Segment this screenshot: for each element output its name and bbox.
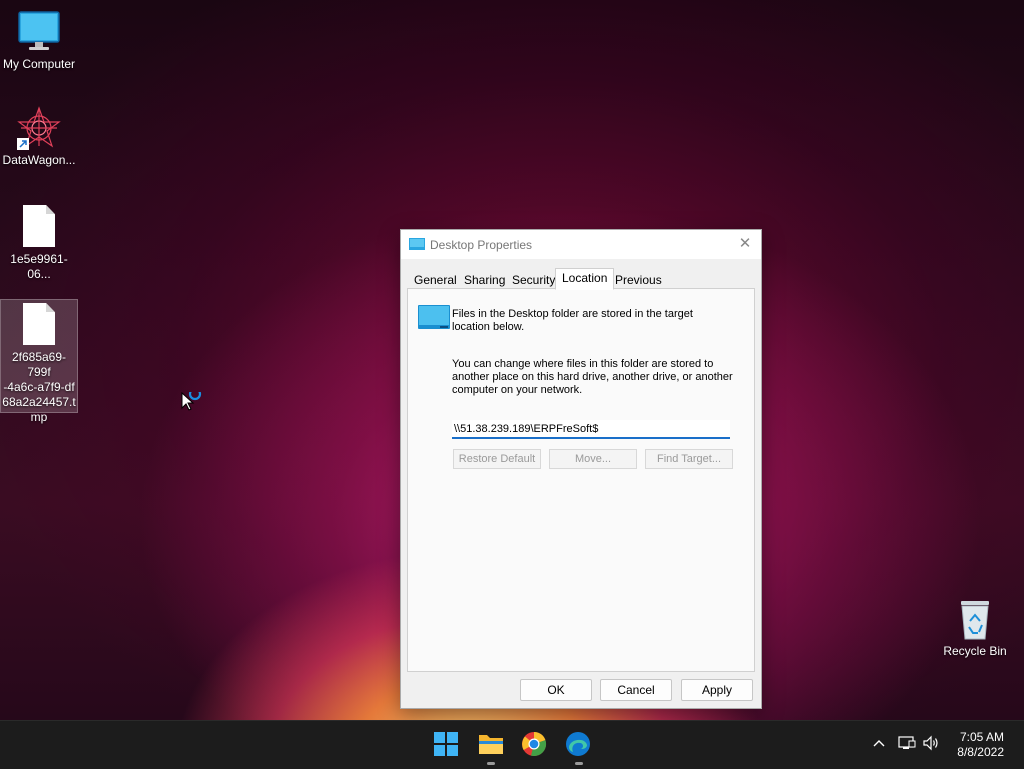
folder-icon <box>409 238 425 250</box>
monitor-icon <box>17 10 61 54</box>
datawagon-logo-icon <box>17 106 61 150</box>
dialog-titlebar[interactable]: Desktop Properties ✕ <box>401 230 761 259</box>
running-indicator <box>487 762 495 765</box>
desktop-icon-label: 1e5e9961-06... <box>10 252 68 281</box>
find-target-button[interactable]: Find Target... <box>645 449 733 469</box>
location-path-input[interactable] <box>452 420 730 439</box>
tab-previous-versions[interactable]: Previous Versions <box>608 270 669 305</box>
clock-time: 7:05 AM <box>959 730 1004 744</box>
desktop-icon-label: Recycle Bin <box>943 644 1007 658</box>
file-icon <box>17 205 61 249</box>
tab-location[interactable]: Location <box>555 268 615 290</box>
clock-date: 8/8/2022 <box>957 745 1004 759</box>
taskbar: 7:05 AM 8/8/2022 <box>0 720 1024 769</box>
tab-general[interactable]: General <box>407 270 464 290</box>
location-tab-panel: Files in the Desktop folder are stored i… <box>407 288 755 672</box>
desktop-icon-label: 2f685a69-799f -4a6c-a7f9-df 68a2a24457.t… <box>2 350 76 424</box>
file-explorer-icon[interactable] <box>477 731 505 765</box>
desktop-icon-my-computer[interactable]: My Computer <box>1 10 77 72</box>
running-indicator <box>575 762 583 765</box>
show-hidden-icons-chevron-icon[interactable] <box>872 736 886 752</box>
cancel-button[interactable]: Cancel <box>600 679 672 701</box>
desktop[interactable]: My Computer DataWagon... 1e5e9961-06... <box>0 0 1024 720</box>
ok-button[interactable]: OK <box>520 679 592 701</box>
dialog-title: Desktop Properties <box>430 238 533 252</box>
desktop-icon-label: DataWagon... <box>2 153 76 167</box>
location-description: Files in the Desktop folder are stored i… <box>452 308 693 333</box>
network-icon[interactable] <box>898 735 916 754</box>
volume-icon[interactable] <box>922 735 940 754</box>
recycle-bin-icon <box>953 597 997 641</box>
close-icon[interactable]: ✕ <box>735 234 755 254</box>
start-icon[interactable] <box>433 731 461 759</box>
desktop-folder-icon <box>418 305 450 329</box>
system-clock[interactable]: 7:05 AM 8/8/2022 <box>957 730 1004 760</box>
restore-default-button[interactable]: Restore Default <box>453 449 541 469</box>
tab-security[interactable]: Security <box>505 270 562 290</box>
desktop-icon-label: My Computer <box>2 57 76 71</box>
desktop-properties-dialog[interactable]: Desktop Properties ✕ General Sharing Sec… <box>400 229 762 709</box>
apply-button[interactable]: Apply <box>681 679 753 701</box>
move-button[interactable]: Move... <box>549 449 637 469</box>
desktop-icon-file-1e5e9961[interactable]: 1e5e9961-06... <box>1 205 77 282</box>
mouse-cursor-busy-icon <box>181 387 205 417</box>
file-icon <box>17 303 61 347</box>
chrome-icon[interactable] <box>521 731 549 759</box>
edge-icon[interactable] <box>565 731 593 765</box>
desktop-icon-recycle-bin[interactable]: Recycle Bin <box>937 597 1013 659</box>
location-change-hint: You can change where files in this folde… <box>452 358 733 396</box>
desktop-icon-file-2f685a69[interactable]: 2f685a69-799f -4a6c-a7f9-df 68a2a24457.t… <box>0 299 78 424</box>
desktop-icon-datawagon[interactable]: DataWagon... <box>1 106 77 168</box>
